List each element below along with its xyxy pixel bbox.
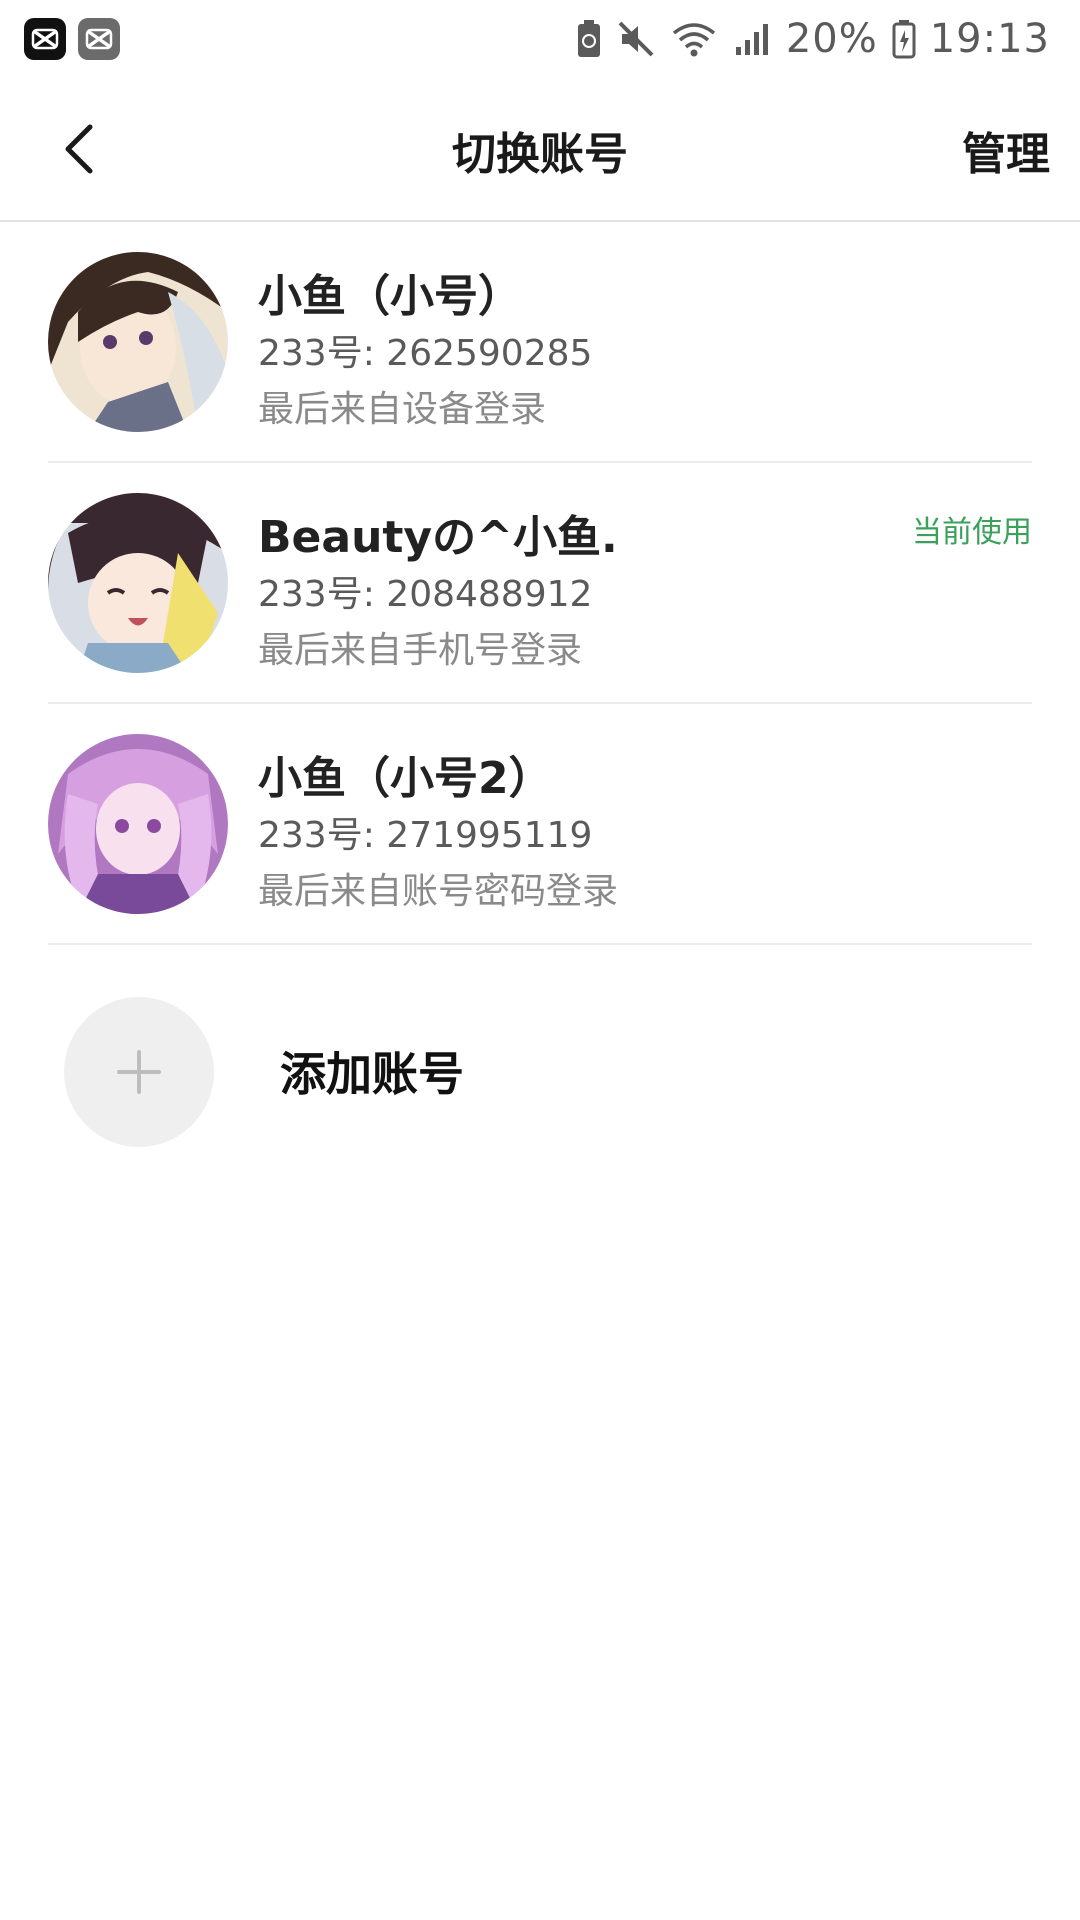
avatar — [48, 734, 228, 914]
account-id: 233号: 262590285 — [258, 333, 593, 374]
account-login-source: 最后来自手机号登录 — [258, 630, 583, 671]
wifi-icon — [670, 19, 718, 59]
avatar — [48, 252, 228, 432]
account-login-source: 最后来自设备登录 — [258, 389, 547, 430]
page-title: 切换账号 — [452, 129, 628, 180]
account-name: Beautyの^小鱼. — [258, 512, 618, 563]
account-id: 233号: 208488912 — [258, 574, 593, 615]
account-item[interactable]: 小鱼（小号） 233号: 262590285 最后来自设备登录 — [48, 222, 1032, 463]
battery-saver-icon — [576, 19, 602, 59]
add-account-circle — [64, 997, 214, 1147]
manage-button[interactable]: 管理 — [962, 118, 1050, 182]
account-item[interactable]: Beautyの^小鱼. 233号: 208488912 最后来自手机号登录 当前… — [48, 463, 1032, 704]
signal-icon — [732, 19, 772, 59]
add-account-label: 添加账号 — [280, 1047, 464, 1101]
account-list: 小鱼（小号） 233号: 262590285 最后来自设备登录 Beautyの^… — [0, 222, 1080, 945]
account-login-source: 最后来自账号密码登录 — [258, 871, 619, 912]
mute-icon — [616, 19, 656, 59]
add-account-button[interactable]: 添加账号 — [48, 988, 1032, 1158]
account-id: 233号: 271995119 — [258, 815, 593, 856]
capcut-icon — [78, 18, 120, 60]
battery-icon — [892, 19, 916, 59]
account-item[interactable]: 小鱼（小号2） 233号: 271995119 最后来自账号密码登录 — [48, 704, 1032, 945]
app-header: 切换账号 管理 — [0, 76, 1080, 222]
account-name: 小鱼（小号2） — [258, 753, 553, 804]
current-badge: 当前使用 — [912, 515, 1032, 550]
clock: 19:13 — [929, 16, 1050, 62]
capcut-icon — [24, 18, 66, 60]
status-bar: 20% 19:13 — [0, 0, 1080, 76]
battery-percent: 20% — [785, 16, 878, 62]
account-name: 小鱼（小号） — [258, 271, 522, 322]
avatar — [48, 493, 228, 673]
status-indicators: 20% 19:13 — [576, 14, 1050, 64]
plus-icon — [117, 1050, 161, 1094]
